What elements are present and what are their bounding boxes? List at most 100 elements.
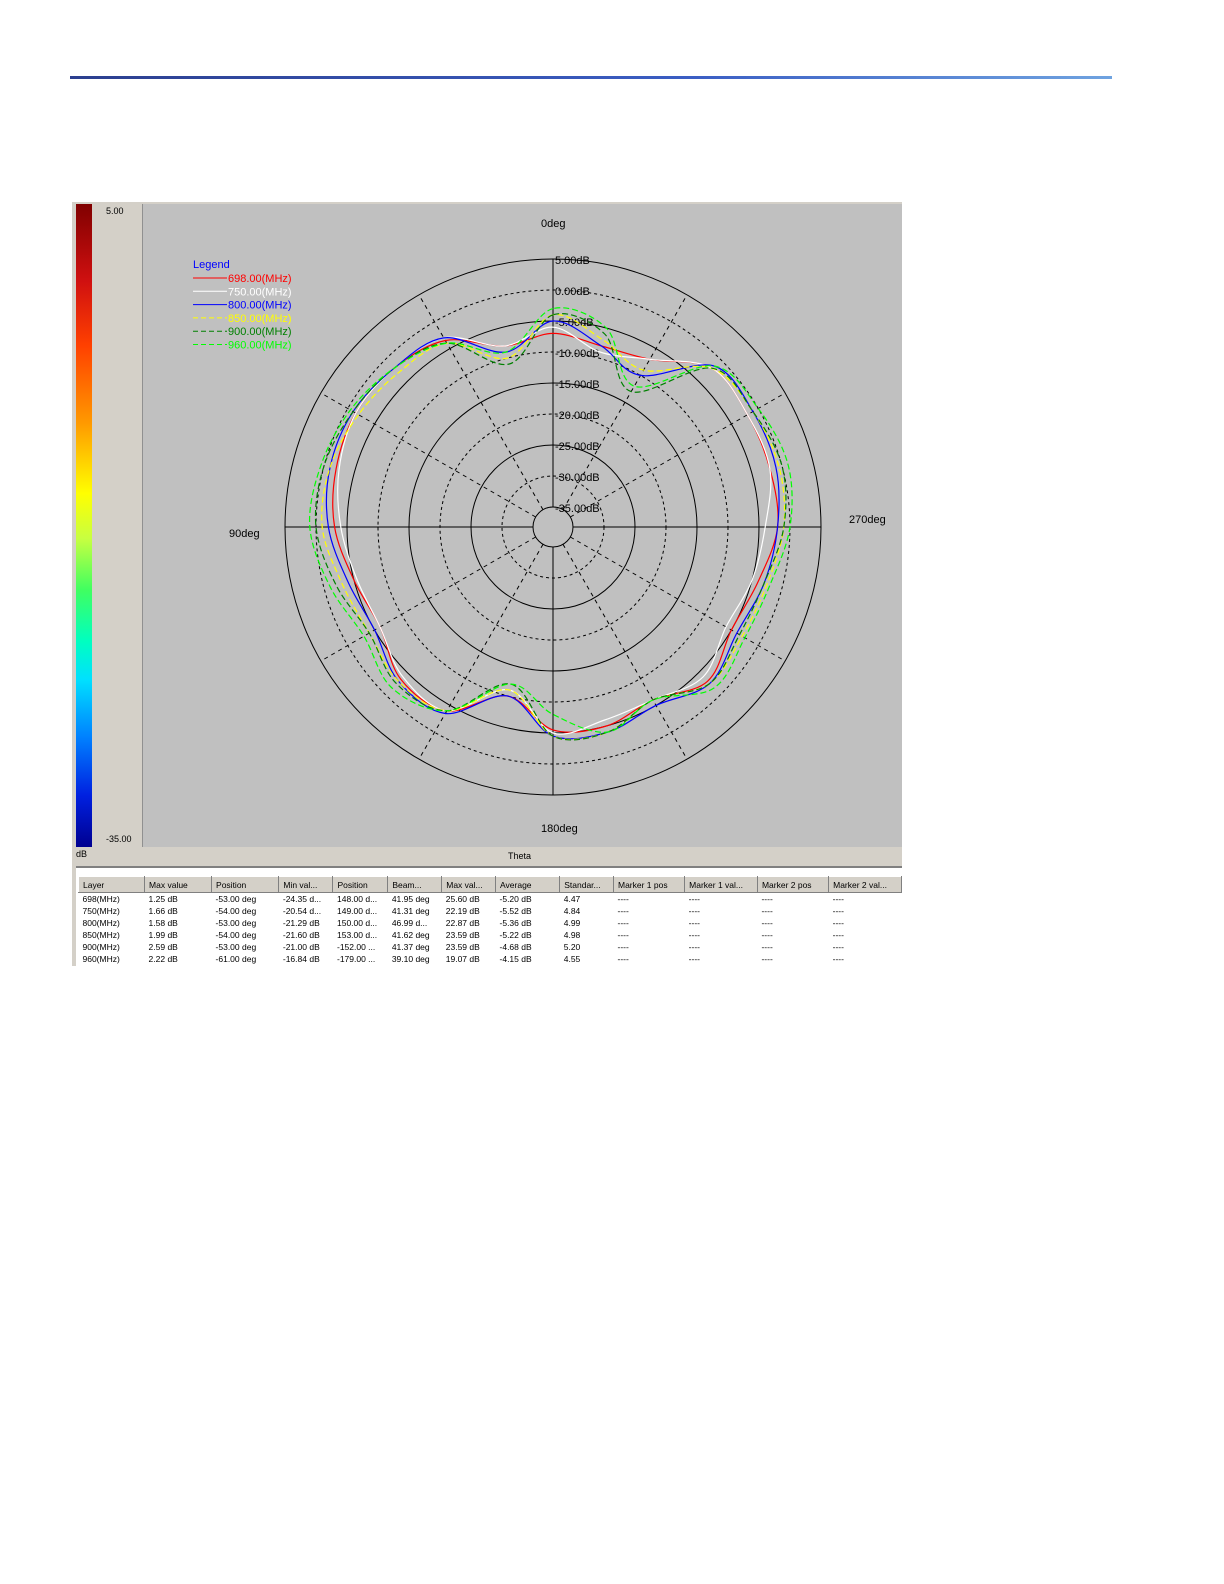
table-cell: 1.99 dB (148, 930, 178, 940)
polar-plot-area[interactable]: 5.00dB 0.00dB -5.00dB -10.00dB -15.00dB -20.0… (142, 204, 902, 847)
table-cell: -20.54 d... (282, 906, 322, 916)
table-cell: 25.60 dB (445, 894, 480, 904)
table-header-cell[interactable]: Marker 1 pos (612, 876, 686, 893)
table-header-cell[interactable]: Marker 2 pos (756, 876, 830, 893)
radial-tick-label: 0.00dB (555, 286, 590, 298)
table-cell: ---- (832, 906, 844, 916)
table-cell: -54.00 deg (215, 930, 257, 940)
table-cell: -21.00 dB (282, 942, 320, 952)
table-cell: 2.59 dB (148, 942, 178, 952)
table-cell: ---- (617, 930, 629, 940)
table-header-cell[interactable]: Beam... (387, 876, 443, 893)
table-header-cell[interactable]: Position (332, 876, 389, 893)
table-cell: 19.07 dB (445, 954, 480, 964)
table-row[interactable]: 750(MHz) 1.66 dB -54.00 deg -20.54 d... 149.… (79, 905, 902, 917)
table-header-cell[interactable]: Layer (77, 876, 146, 893)
table-cell: 22.87 dB (445, 918, 480, 928)
radial-tick-label: 5.00dB (555, 255, 590, 267)
table-cell: -5.20 dB (499, 894, 532, 904)
grid-spoke (570, 536, 786, 662)
table-cell: ---- (688, 954, 700, 964)
table-row[interactable]: 960(MHz) 2.22 dB -61.00 deg -16.84 dB -179.0… (79, 953, 902, 965)
table-cell: -4.15 dB (499, 954, 532, 964)
table-cell: 698(MHz) (82, 894, 120, 904)
table-cell: ---- (617, 894, 629, 904)
table-cell: -54.00 deg (215, 906, 257, 916)
table-row[interactable]: 900(MHz) 2.59 dB -53.00 deg -21.00 dB -152.0… (79, 941, 902, 953)
table-cell: 46.99 d... (391, 918, 428, 928)
table-header-cell[interactable]: Position (211, 876, 280, 893)
table-cell: 148.00 d... (336, 894, 378, 904)
radial-tick-label: -20.00dB (555, 410, 600, 422)
table-cell: 1.58 dB (148, 918, 178, 928)
table-header-cell[interactable]: Marker 1 val... (684, 876, 758, 893)
table-cell: 1.25 dB (148, 894, 178, 904)
angular-axis-title: Theta (508, 851, 532, 861)
legend-entry-1: 750.00(MHz) (228, 286, 292, 298)
grid-spoke (418, 544, 544, 760)
table-header-cell[interactable]: Min val... (278, 876, 334, 893)
table-cell: ---- (761, 894, 773, 904)
table-cell: 22.19 dB (445, 906, 480, 916)
legend-title: Legend (193, 259, 230, 271)
table-cell: 41.95 deg (391, 894, 430, 904)
table-header-cell[interactable]: Standar... (559, 876, 614, 893)
table-cell: ---- (832, 954, 844, 964)
table-cell: -5.36 dB (499, 918, 532, 928)
table-cell: ---- (688, 930, 700, 940)
table-header-cell[interactable]: Max val... (441, 876, 497, 893)
table-cell: ---- (832, 894, 844, 904)
table-cell: -24.35 d... (282, 894, 322, 904)
table-cell: 153.00 d... (336, 930, 378, 940)
color-scale-bar (76, 204, 92, 847)
grid-spoke (418, 294, 544, 510)
results-table-panel: Layer Max value Position Min val... Position… (76, 866, 902, 966)
table-cell: -179.00 ... (336, 954, 376, 964)
table-cell: ---- (688, 918, 700, 928)
table-cell: 800(MHz) (82, 918, 120, 928)
table-row[interactable]: 698(MHz) 1.25 dB -53.00 deg -24.35 d... 148.… (79, 893, 902, 906)
table-cell: ---- (617, 942, 629, 952)
table-cell: 4.84 (563, 906, 581, 916)
legend-entry-0: 698.00(MHz) (228, 273, 292, 285)
table-cell: 23.59 dB (445, 942, 480, 952)
table-header-row: Layer Max value Position Min val... Position… (77, 876, 902, 893)
table-cell: 4.99 (563, 918, 581, 928)
table-body: 698(MHz) 1.25 dB -53.00 deg -24.35 d... 148.… (79, 893, 902, 966)
table-cell: ---- (761, 954, 773, 964)
table-cell: ---- (761, 942, 773, 952)
table-cell: 750(MHz) (82, 906, 120, 916)
table-cell: -53.00 deg (215, 894, 257, 904)
table-row[interactable]: 850(MHz) 1.99 dB -54.00 deg -21.60 dB 153.00… (79, 929, 902, 941)
table-cell: -152.00 ... (336, 942, 376, 952)
table-cell: 4.47 (563, 894, 581, 904)
antenna-pattern-window: 5.00 -35.00 dB 5.00dB 0.00dB -5.00dB -10.00… (72, 202, 902, 966)
table-cell: ---- (832, 930, 844, 940)
table-cell: 4.98 (563, 930, 581, 940)
table-cell: -16.84 dB (282, 954, 320, 964)
table-header-cell[interactable]: Average (495, 876, 561, 893)
table-header-cell[interactable]: Max value (144, 876, 213, 893)
table-header-cell[interactable]: Marker 2 val... (828, 876, 902, 893)
table-cell: ---- (688, 942, 700, 952)
results-table[interactable]: Layer Max value Position Min val... Position… (77, 876, 902, 966)
table-cell: -53.00 deg (215, 918, 257, 928)
polar-chart[interactable]: 5.00dB0.00dB-5.00dB-10.00dB-15.00dB-20.0… (143, 204, 902, 847)
table-cell: 4.55 (563, 954, 581, 964)
table-cell: 900(MHz) (82, 942, 120, 952)
table-cell: 41.62 deg (391, 930, 430, 940)
radial-tick-label: -30.00dB (555, 472, 600, 484)
table-cell: ---- (761, 930, 773, 940)
grid-spoke (562, 544, 688, 760)
angle-label-right: 270deg (849, 514, 886, 526)
table-cell: 850(MHz) (82, 930, 120, 940)
table-cell: -5.52 dB (499, 906, 532, 916)
table-row[interactable]: 800(MHz) 1.58 dB -53.00 deg -21.29 dB 150.00… (79, 917, 902, 929)
table-cell: ---- (617, 906, 629, 916)
table-cell: -21.29 dB (282, 918, 320, 928)
table-cell: -4.68 dB (499, 942, 532, 952)
table-cell: -53.00 deg (215, 942, 257, 952)
table-cell: 5.20 (563, 942, 581, 952)
radial-tick-label: -15.00dB (555, 379, 600, 391)
table-cell: ---- (832, 942, 844, 952)
